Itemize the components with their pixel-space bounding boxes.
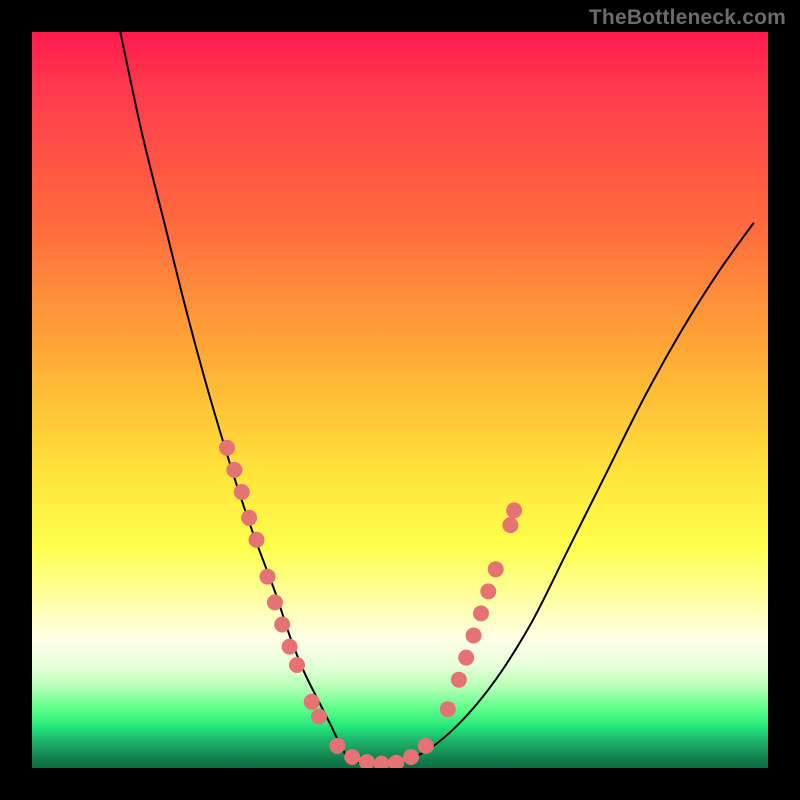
data-marker xyxy=(267,594,283,610)
data-marker xyxy=(260,569,276,585)
data-marker xyxy=(488,561,504,577)
data-marker xyxy=(451,672,467,688)
data-marker xyxy=(458,650,474,666)
data-marker xyxy=(226,462,242,478)
data-marker xyxy=(473,605,489,621)
watermark-text: TheBottleneck.com xyxy=(589,6,786,30)
data-marker xyxy=(374,756,390,768)
data-marker xyxy=(241,510,257,526)
data-marker xyxy=(440,701,456,717)
data-marker xyxy=(466,628,482,644)
plot-area xyxy=(32,32,768,768)
bottleneck-curve xyxy=(120,32,753,765)
data-marker xyxy=(282,639,298,655)
bottleneck-curve-svg xyxy=(32,32,768,768)
data-marker xyxy=(311,709,327,725)
data-marker xyxy=(329,738,345,754)
data-marker xyxy=(274,617,290,633)
data-marker xyxy=(249,532,265,548)
data-marker xyxy=(359,754,375,768)
data-marker xyxy=(388,755,404,768)
data-marker xyxy=(418,738,434,754)
data-marker xyxy=(219,440,235,456)
outer-frame: TheBottleneck.com xyxy=(0,0,800,800)
data-marker xyxy=(234,484,250,500)
data-marker xyxy=(480,583,496,599)
data-marker xyxy=(403,749,419,765)
data-markers xyxy=(219,440,522,768)
data-marker xyxy=(304,694,320,710)
data-marker xyxy=(344,749,360,765)
data-marker xyxy=(502,517,518,533)
data-marker xyxy=(289,657,305,673)
data-marker xyxy=(506,502,522,518)
